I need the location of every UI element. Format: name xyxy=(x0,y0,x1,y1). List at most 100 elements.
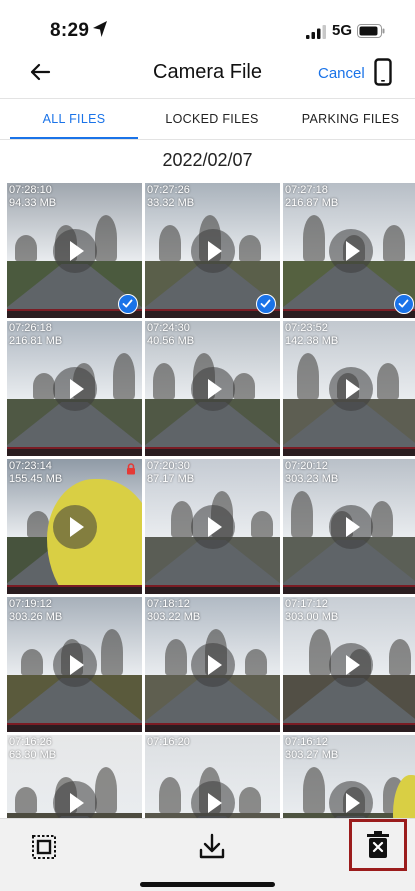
play-icon[interactable] xyxy=(190,642,235,687)
file-size: 303.00 MB xyxy=(285,611,339,623)
tab-all-files[interactable]: ALL FILES xyxy=(10,99,138,139)
thumbnail-image xyxy=(309,629,331,676)
tab-parking-files[interactable]: PARKING FILES xyxy=(286,99,415,139)
video-thumbnail[interactable]: 07:26:18 216.81 MB xyxy=(7,321,142,456)
thumbnail-image xyxy=(233,373,255,400)
download-icon[interactable] xyxy=(194,829,230,865)
file-time: 07:28:10 xyxy=(9,184,52,196)
file-size: 142.38 MB xyxy=(285,335,339,347)
thumbnail-image xyxy=(239,787,261,814)
play-icon[interactable] xyxy=(52,642,97,687)
file-info: 07:16:20 xyxy=(147,736,190,749)
file-size: 155.45 MB xyxy=(9,473,63,485)
video-thumbnail[interactable]: 07:28:10 94.33 MB xyxy=(7,183,142,318)
thumbnail-image xyxy=(159,777,181,814)
video-thumbnail[interactable]: 07:19:12 303.26 MB xyxy=(7,597,142,732)
play-icon[interactable] xyxy=(328,228,373,273)
signal-icon xyxy=(306,25,326,39)
thumbnail-image xyxy=(303,215,325,262)
video-thumbnail[interactable]: 07:23:14 155.45 MB xyxy=(7,459,142,594)
tab-locked-files[interactable]: LOCKED FILES xyxy=(143,99,281,139)
thumbnail-image xyxy=(389,639,411,676)
file-size: 33.32 MB xyxy=(147,197,195,209)
nav-header: Camera File Cancel xyxy=(0,52,415,96)
file-time: 07:23:52 xyxy=(285,322,328,334)
thumbnail-image xyxy=(15,787,37,814)
play-icon[interactable] xyxy=(190,780,235,818)
video-thumbnail[interactable]: 07:27:18 216.87 MB xyxy=(283,183,415,318)
file-size: 303.23 MB xyxy=(285,473,339,485)
date-heading: 2022/02/07 xyxy=(162,150,253,170)
file-info: 07:23:52 142.38 MB xyxy=(285,322,338,348)
video-thumbnail[interactable]: 07:16:12 303.27 MB xyxy=(283,735,415,818)
file-size: 216.81 MB xyxy=(9,335,63,347)
selected-check-icon[interactable] xyxy=(256,294,276,314)
file-time: 07:16:26 xyxy=(9,736,52,748)
thumbnail-image xyxy=(145,723,280,732)
select-all-icon[interactable] xyxy=(26,829,62,865)
play-icon[interactable] xyxy=(52,366,97,411)
play-icon[interactable] xyxy=(328,642,373,687)
file-size: 303.22 MB xyxy=(147,611,201,623)
video-thumbnail[interactable]: 07:20:30 87.17 MB xyxy=(145,459,280,594)
thumbnail-image xyxy=(33,373,55,400)
file-info: 07:24:30 40.56 MB xyxy=(147,322,194,348)
file-size: 94.33 MB xyxy=(9,197,57,209)
video-thumbnail[interactable]: 07:27:26 33.32 MB xyxy=(145,183,280,318)
play-icon[interactable] xyxy=(328,366,373,411)
file-info: 07:27:26 33.32 MB xyxy=(147,184,194,210)
file-time: 07:16:20 xyxy=(147,736,190,748)
video-thumbnail[interactable]: 07:16:20 xyxy=(145,735,280,818)
delete-button[interactable] xyxy=(349,819,407,871)
phone-storage-icon[interactable] xyxy=(374,58,392,86)
thumbnail-image xyxy=(15,235,37,262)
selected-check-icon[interactable] xyxy=(118,294,138,314)
file-time: 07:24:30 xyxy=(147,322,190,334)
file-time: 07:27:26 xyxy=(147,184,190,196)
thumbnail-image xyxy=(171,501,193,538)
camera-file-screen: 8:29 5G Camera File Cancel ALL FILES LOC… xyxy=(0,0,415,891)
selected-check-icon[interactable] xyxy=(394,294,414,314)
file-time: 07:18:12 xyxy=(147,598,190,610)
status-time: 8:29 xyxy=(50,20,90,41)
thumbnail-image xyxy=(283,309,415,318)
play-icon[interactable] xyxy=(328,504,373,549)
file-time: 07:27:18 xyxy=(285,184,328,196)
thumbnail-image xyxy=(251,511,273,538)
play-icon[interactable] xyxy=(328,780,373,818)
play-icon[interactable] xyxy=(190,504,235,549)
file-time: 07:20:30 xyxy=(147,460,190,472)
status-bar: 8:29 5G xyxy=(0,0,415,48)
file-info: 07:17:12 303.00 MB xyxy=(285,598,338,624)
file-time: 07:26:18 xyxy=(9,322,52,334)
play-icon[interactable] xyxy=(52,228,97,273)
video-thumbnail[interactable]: 07:17:12 303.00 MB xyxy=(283,597,415,732)
thumbnail-image xyxy=(95,767,117,814)
video-thumbnail[interactable]: 07:20:12 303.23 MB xyxy=(283,459,415,594)
file-size: 303.27 MB xyxy=(285,749,339,761)
play-icon[interactable] xyxy=(52,504,97,549)
video-thumbnail[interactable]: 07:16:26 63.30 MB xyxy=(7,735,142,818)
cancel-button[interactable]: Cancel xyxy=(318,65,365,82)
play-icon[interactable] xyxy=(190,228,235,273)
thumbnail-image xyxy=(165,639,187,676)
thumbnail-image xyxy=(145,447,280,456)
thumbnail-image xyxy=(245,649,267,676)
thumbnail-image xyxy=(283,585,415,594)
file-time: 07:19:12 xyxy=(9,598,52,610)
thumbnail-image xyxy=(153,363,175,400)
play-icon[interactable] xyxy=(190,366,235,411)
thumbnail-image xyxy=(371,501,393,538)
video-thumbnail[interactable]: 07:23:52 142.38 MB xyxy=(283,321,415,456)
home-indicator xyxy=(140,882,275,887)
video-thumbnail[interactable]: 07:24:30 40.56 MB xyxy=(145,321,280,456)
play-icon[interactable] xyxy=(52,780,97,818)
thumbnail-image xyxy=(239,235,261,262)
thumbnail-image xyxy=(7,447,142,456)
file-info: 07:23:14 155.45 MB xyxy=(9,460,62,486)
file-size: 87.17 MB xyxy=(147,473,195,485)
video-thumbnail[interactable]: 07:18:12 303.22 MB xyxy=(145,597,280,732)
thumbnail-image xyxy=(101,629,123,676)
thumbnail-image xyxy=(7,585,142,594)
delete-icon xyxy=(367,831,389,858)
